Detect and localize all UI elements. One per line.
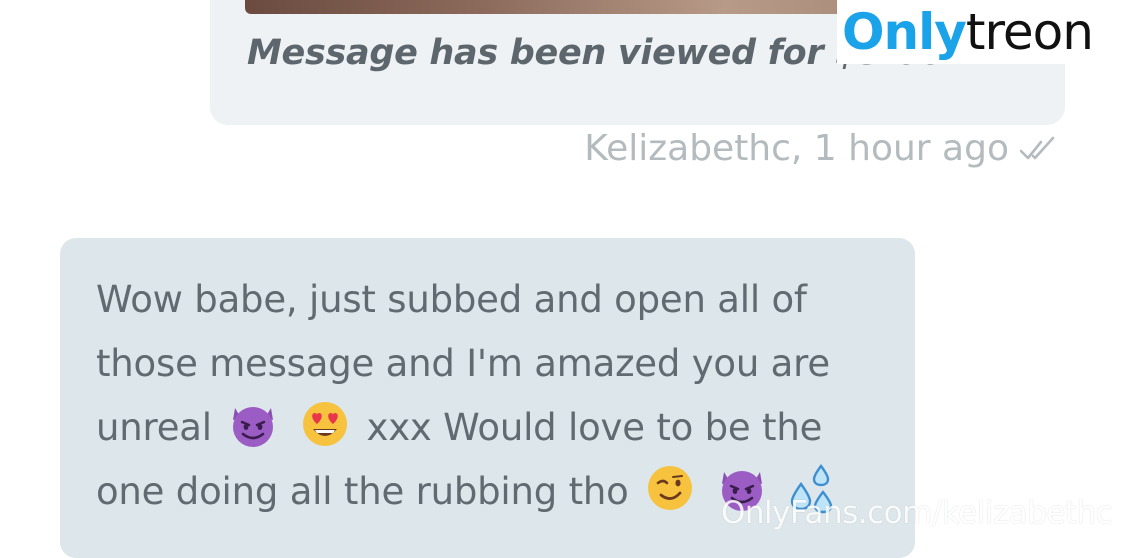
heart-eyes-emoji [302, 402, 347, 446]
url-watermark: OnlyFans.com/kelizabethc [721, 495, 1113, 531]
double-check-icon [1019, 136, 1055, 159]
logo-part-only: Only [842, 3, 967, 61]
message-line: Wow babe, just subbed and open all of [96, 278, 807, 321]
sender-and-time: Kelizabethc, 1 hour ago [584, 128, 1009, 169]
smiling-devil-emoji [233, 407, 274, 447]
winking-face-emoji [648, 466, 693, 510]
received-message-text: Wow babe, just subbed and open all of th… [96, 268, 896, 524]
logo-part-treon: treon [965, 3, 1094, 61]
sent-message-meta: Kelizabethc, 1 hour ago [584, 128, 1065, 169]
message-line: those message and I'm amazed you are [96, 342, 830, 385]
message-line: unreal xxx Would love to be the [96, 396, 896, 460]
onlytreon-logo: Only treon [837, 0, 1125, 64]
